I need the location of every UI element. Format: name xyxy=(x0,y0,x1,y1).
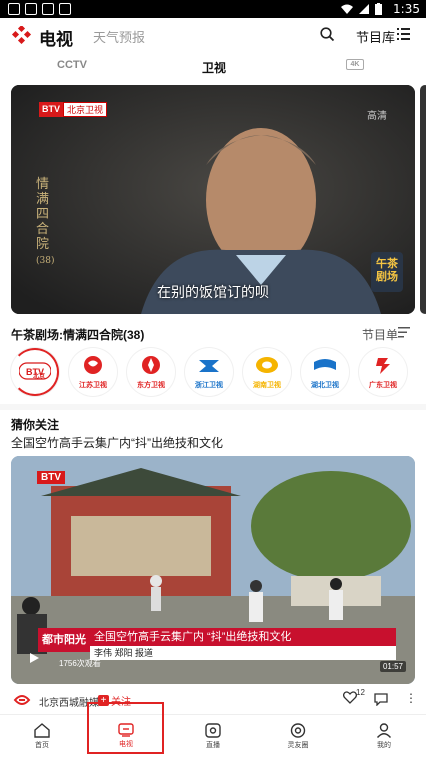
channel-logo-icon xyxy=(376,358,390,374)
video-duration: 01:57 xyxy=(379,661,406,672)
notification-icon xyxy=(25,3,37,15)
schedule-list-icon[interactable] xyxy=(398,327,410,338)
status-bar: 1:35 xyxy=(0,0,426,18)
battery-icon xyxy=(375,3,382,15)
list-menu-icon[interactable] xyxy=(397,28,410,40)
signal-icon xyxy=(359,4,369,14)
channel-label: 东方卫视 xyxy=(137,382,165,389)
channel-logo-icon xyxy=(256,357,278,373)
news-video-card[interactable]: BTV 都市阳光 全国空竹高手云集广内 “抖”出绝技和文化 李伟 郑阳 报道 1… xyxy=(11,456,415,684)
play-icon[interactable] xyxy=(28,652,40,664)
nav-label: 直播 xyxy=(206,742,220,749)
nav-label: 我的 xyxy=(377,742,391,749)
notification-icon xyxy=(42,3,54,15)
source-avatar-icon[interactable] xyxy=(13,692,31,708)
channel-label: 湖北卫视 xyxy=(311,382,339,389)
channel-zhejiang[interactable]: 浙江卫视 xyxy=(185,348,233,396)
bottom-nav: 首页 电视 直播 灵友圈 我的 xyxy=(0,714,426,757)
video-frame xyxy=(11,85,415,314)
nav-live[interactable]: 直播 xyxy=(183,715,243,757)
channel-logo-icon xyxy=(84,356,102,374)
channel-dongfang[interactable]: 东方卫视 xyxy=(127,348,175,396)
video-player[interactable]: BTV 北京卫视 高清 情满四合院 (38) 午茶剧场 在别的饭馆订的呗 xyxy=(11,85,415,314)
wifi-icon xyxy=(341,4,353,14)
search-icon[interactable] xyxy=(320,27,335,42)
view-count: 1756次观看 xyxy=(59,659,101,668)
btv-logo: BTV xyxy=(39,102,63,117)
program-tag: 都市阳光 xyxy=(38,628,90,652)
quality-label: 高清 xyxy=(367,111,387,122)
weather-link[interactable]: 天气预报 xyxy=(93,27,145,46)
video-subtitle: 在别的饭馆订的呗 xyxy=(157,284,269,300)
notification-icon xyxy=(8,3,20,15)
clock: 1:35 xyxy=(393,2,420,16)
schedule-button[interactable]: 节目单 xyxy=(362,326,398,343)
show-title-vertical: 情满四合院 (38) xyxy=(36,177,54,269)
channel-label: 江苏卫视 xyxy=(79,382,107,389)
nav-circle[interactable]: 灵友圈 xyxy=(268,715,328,757)
profile-icon xyxy=(376,723,392,738)
channel-list: BTV 北京 江苏卫视 东方卫视 浙江卫视 湖南卫视 湖北卫视 广东卫视 xyxy=(0,348,426,398)
notification-icons xyxy=(8,3,71,15)
channel-label: 广东卫视 xyxy=(369,382,397,389)
app-logo-icon xyxy=(11,26,32,44)
show-title-text: 情满四合院 xyxy=(36,177,50,252)
episode-number: (38) xyxy=(36,256,55,266)
nav-profile[interactable]: 我的 xyxy=(354,715,414,757)
channel-logo-icon xyxy=(142,356,160,374)
channel-badge: BTV xyxy=(37,471,65,484)
channel-label: 湖南卫视 xyxy=(253,382,281,389)
now-playing-title: 午茶剧场:情满四合院(38) xyxy=(11,328,145,342)
channel-jiangsu[interactable]: 江苏卫视 xyxy=(69,348,117,396)
channel-logo-icon xyxy=(314,359,336,370)
channel-label: 北京 xyxy=(33,374,46,380)
next-card-peek[interactable] xyxy=(420,85,426,314)
channel-label: 浙江卫视 xyxy=(195,382,223,389)
comment-icon[interactable] xyxy=(374,693,388,706)
channel-guangdong[interactable]: 广东卫视 xyxy=(359,348,407,396)
nav-label: 灵友圈 xyxy=(287,742,309,749)
channel-logo-icon xyxy=(199,360,219,372)
lower-third-reporters: 李伟 郑阳 报道 xyxy=(90,646,396,660)
tab-satellite[interactable]: 卫视 xyxy=(202,59,226,76)
tab-cctv[interactable]: CCTV xyxy=(57,59,87,71)
like-count: 12 xyxy=(356,688,365,697)
channel-name: 北京卫视 xyxy=(63,102,108,117)
circle-icon xyxy=(290,723,306,738)
section-title: 猜你关注 xyxy=(11,418,60,432)
home-icon xyxy=(34,723,50,738)
channel-beijing[interactable]: BTV 北京 xyxy=(11,348,59,396)
news-lower-third: 都市阳光 全国空竹高手云集广内 “抖”出绝技和文化 李伟 郑阳 报道 xyxy=(38,628,396,662)
heart-icon[interactable] xyxy=(343,691,357,704)
channel-hubei[interactable]: 湖北卫视 xyxy=(301,348,349,396)
tab-4k[interactable]: 4K xyxy=(346,59,364,70)
nav-label: 首页 xyxy=(35,742,49,749)
video-source-row: 北京西城融媒 + 关注 12 ⋮ xyxy=(0,688,426,712)
section-divider xyxy=(0,404,426,410)
system-icons xyxy=(341,3,382,15)
lower-third-headline: 全国空竹高手云集广内 “抖”出绝技和文化 xyxy=(90,628,396,646)
channel-badge: BTV 北京卫视 xyxy=(39,102,108,117)
news-headline[interactable]: 全国空竹高手云集广内“抖”出绝技和文化 xyxy=(11,434,223,451)
page-title: 电视 xyxy=(39,30,73,49)
program-library-button[interactable]: 节目库 xyxy=(356,27,395,46)
notification-icon xyxy=(59,3,71,15)
corner-mark-text: 午茶剧场 xyxy=(376,258,398,283)
live-icon xyxy=(205,723,221,738)
channel-hunan[interactable]: 湖南卫视 xyxy=(243,348,291,396)
more-options-icon[interactable]: ⋮ xyxy=(405,691,417,705)
annotation-highlight-box xyxy=(87,702,164,754)
top-bar: 电视 天气预报 节目库 xyxy=(0,18,426,52)
nav-home[interactable]: 首页 xyxy=(12,715,72,757)
